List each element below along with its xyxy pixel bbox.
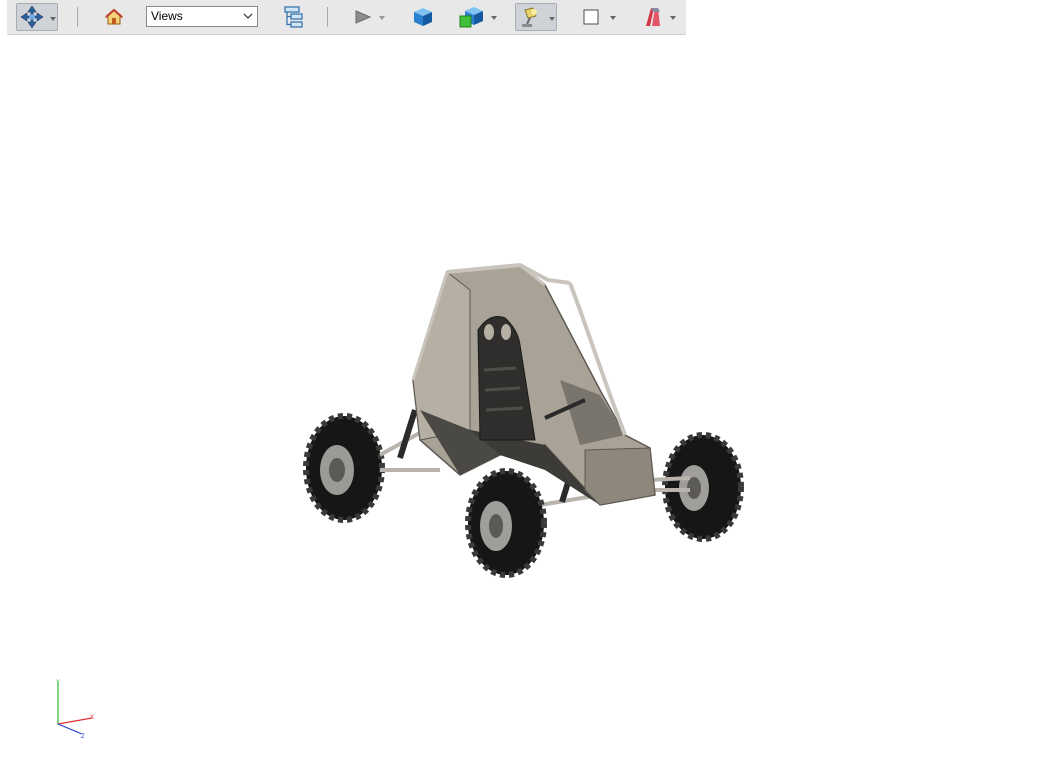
buggy-body (411, 262, 656, 506)
buggy-model (303, 262, 744, 578)
navigate-cross-icon (20, 5, 44, 29)
front-right-wheel (662, 432, 744, 542)
background-square-icon (583, 9, 599, 25)
background-button[interactable] (578, 3, 620, 31)
views-select[interactable]: Views (146, 6, 258, 27)
axis-x-line (57, 717, 93, 725)
home-icon (105, 8, 123, 25)
model-viewport[interactable] (0, 35, 1053, 776)
appearance-icon (646, 8, 660, 26)
viewer-toolbar: Views (7, 0, 686, 35)
appearance-button[interactable] (638, 3, 680, 31)
toolbar-separator (77, 7, 78, 27)
model-tree-icon (284, 6, 303, 28)
navigate-button[interactable] (16, 3, 58, 31)
axis-z-label: Z (81, 734, 85, 740)
display-mode-icon (459, 7, 483, 28)
axis-y-label: Y (56, 680, 60, 686)
axis-x-label: X (90, 715, 94, 721)
shaded-cube-icon (414, 8, 432, 26)
toolbar-separator (327, 7, 328, 27)
play-button[interactable] (353, 3, 389, 31)
rear-left-wheel (303, 413, 385, 523)
chevron-down-icon (243, 13, 253, 19)
axis-z-line (57, 723, 83, 735)
play-icon (355, 10, 372, 24)
model-tree-button[interactable] (281, 3, 305, 31)
front-left-wheel (465, 468, 547, 578)
views-select-value: Views (151, 9, 183, 23)
shaded-view-button[interactable] (412, 3, 434, 31)
home-button[interactable] (103, 3, 125, 31)
lighting-button[interactable] (515, 3, 557, 31)
display-mode-button[interactable] (458, 3, 500, 31)
lighting-lamp-icon (522, 7, 537, 27)
axis-triad: Y X Z (56, 680, 94, 740)
